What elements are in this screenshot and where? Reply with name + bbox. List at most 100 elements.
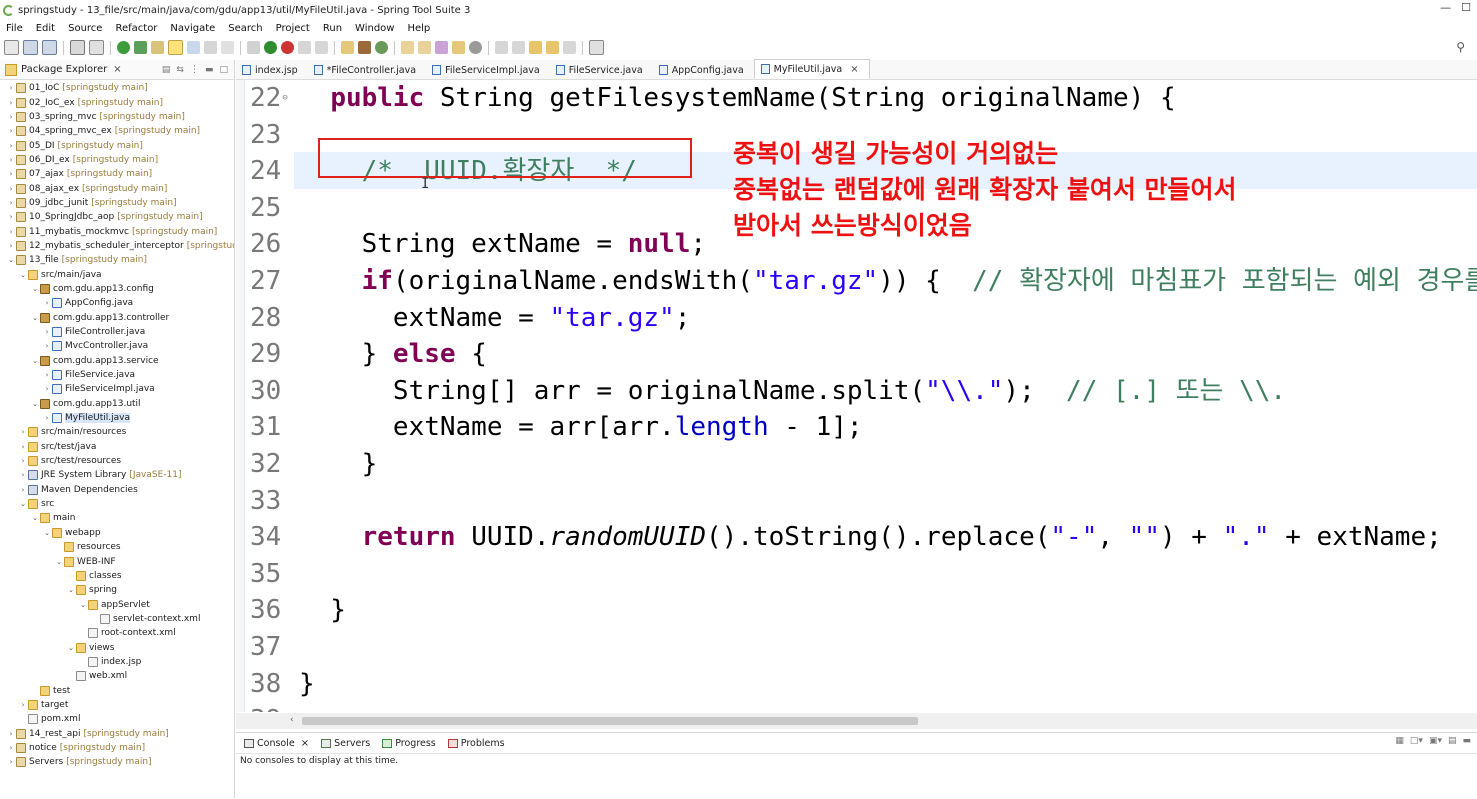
tree-item[interactable]: › 09_jdbc_junit [springstudy main] [0,196,234,210]
coverage-icon[interactable] [298,41,311,54]
link-editor-icon[interactable]: ⇆ [176,65,184,75]
scrollbar-thumb[interactable] [302,717,918,725]
chevron-right-icon[interactable]: › [18,486,28,494]
tree-item[interactable]: classes [0,569,234,583]
chevron-down-icon[interactable]: ⌄ [30,285,40,293]
tree-item[interactable]: › MyFileUtil.java [0,411,234,425]
start-server-icon[interactable] [117,41,130,54]
pin-editor-icon[interactable] [589,40,604,55]
package-explorer-title[interactable]: Package Explorer [21,64,107,75]
chevron-down-icon[interactable]: ⌄ [30,357,40,365]
menu-edit[interactable]: Edit [30,23,62,34]
spring-icon[interactable] [134,41,147,54]
chevron-right-icon[interactable]: › [6,199,16,207]
tree-item[interactable]: pom.xml [0,712,234,726]
editor-tab[interactable]: *FileController.java [308,61,426,79]
minimize-view-icon[interactable]: ▬ [1462,736,1471,746]
tree-item[interactable]: ⌄ 13_file [springstudy main] [0,253,234,267]
open-task-icon[interactable] [418,41,431,54]
chevron-right-icon[interactable]: › [6,84,16,92]
tree-item[interactable]: › src/test/resources [0,454,234,468]
tree-item[interactable]: › FileController.java [0,325,234,339]
tree-item[interactable]: root-context.xml [0,626,234,640]
close-icon[interactable]: × [850,64,858,75]
tree-item[interactable]: › 07_ajax [springstudy main] [0,167,234,181]
editor-tab[interactable]: index.jsp [236,61,308,79]
pilcrow-icon[interactable] [221,41,234,54]
tree-item[interactable]: › src/main/resources [0,425,234,439]
tree-item[interactable]: ⌄ com.gdu.app13.controller [0,311,234,325]
run-icon[interactable] [264,41,277,54]
tree-item[interactable]: ⌄ views [0,640,234,654]
profile-icon[interactable] [315,41,328,54]
chevron-right-icon[interactable]: › [6,730,16,738]
chevron-right-icon[interactable]: › [42,342,52,350]
maximize-button[interactable]: ☐ [1461,1,1471,14]
tree-item[interactable]: › 10_SpringJdbc_aop [springstudy main] [0,210,234,224]
tree-item[interactable]: › MvcController.java [0,339,234,353]
editor-tab[interactable]: FileServiceImpl.java [426,61,550,79]
tree-item[interactable]: index.jsp [0,655,234,669]
tree-item[interactable]: › Servers [springstudy main] [0,755,234,769]
chevron-down-icon[interactable]: ⌄ [66,644,76,652]
tree-item[interactable]: ⌄ com.gdu.app13.service [0,354,234,368]
console-icon[interactable] [89,40,104,55]
menu-window[interactable]: Window [349,23,401,34]
search-tool-icon[interactable] [435,41,448,54]
chevron-right-icon[interactable]: › [6,758,16,766]
scroll-left-icon[interactable]: ‹ [290,715,294,725]
tree-item[interactable]: web.xml [0,669,234,683]
chevron-right-icon[interactable]: › [6,744,16,752]
debug-icon[interactable] [247,41,260,54]
tree-item[interactable]: › Maven Dependencies [0,483,234,497]
tree-item[interactable]: › 02_IoC_ex [springstudy main] [0,95,234,109]
menu-source[interactable]: Source [62,23,109,34]
chevron-right-icon[interactable]: › [18,457,28,465]
chevron-down-icon[interactable]: ⌄ [18,500,28,508]
tree-item[interactable]: ⌄ com.gdu.app13.config [0,282,234,296]
open-console-icon[interactable]: ▣▾ [1429,736,1442,746]
chevron-right-icon[interactable]: › [6,170,16,178]
tree-item[interactable]: › 08_ajax_ex [springstudy main] [0,181,234,195]
tree-item[interactable]: › AppConfig.java [0,296,234,310]
tree-item[interactable]: › JRE System Library [JavaSE-11] [0,468,234,482]
chevron-right-icon[interactable]: › [6,113,16,121]
tree-item[interactable]: ⌄ spring [0,583,234,597]
tree-item[interactable]: resources [0,540,234,554]
chevron-down-icon[interactable]: ⌄ [30,314,40,322]
chevron-right-icon[interactable]: › [18,471,28,479]
back-icon[interactable] [546,41,559,54]
close-icon[interactable]: × [301,738,309,749]
minimize-button[interactable]: — [1440,1,1451,14]
save-all-icon[interactable] [42,40,57,55]
chevron-right-icon[interactable]: › [6,242,16,250]
chevron-down-icon[interactable]: ⌄ [6,256,16,264]
highlight-icon[interactable] [168,40,183,55]
tree-item[interactable]: ⌄ main [0,511,234,525]
tree-item[interactable]: › 12_mybatis_scheduler_interceptor [spring… [0,239,234,253]
terminal-icon[interactable] [70,40,85,55]
tree-item[interactable]: › 14_rest_api [springstudy main] [0,726,234,740]
chevron-right-icon[interactable]: › [6,156,16,164]
tree-item[interactable]: ⌄ src [0,497,234,511]
chevron-down-icon[interactable]: ⌄ [30,514,40,522]
tree-item[interactable]: › notice [springstudy main] [0,741,234,755]
new-icon[interactable] [4,40,19,55]
chevron-right-icon[interactable]: › [42,328,52,336]
menu-run[interactable]: Run [317,23,349,34]
tree-item[interactable]: › 11_mybatis_mockmvc [springstudy main] [0,224,234,238]
chevron-down-icon[interactable]: ⌄ [18,271,28,279]
next-annotation-icon[interactable] [495,41,508,54]
open-type-icon[interactable] [401,41,414,54]
chevron-right-icon[interactable]: › [42,414,52,422]
chevron-right-icon[interactable]: › [6,99,16,107]
tab-progress[interactable]: Progress [382,738,436,749]
chevron-right-icon[interactable]: › [6,127,16,135]
tree-item[interactable]: ⌄ com.gdu.app13.util [0,397,234,411]
chevron-down-icon[interactable]: ⌄ [30,400,40,408]
view-menu-icon[interactable]: ⋮ [190,65,199,75]
search-icon[interactable]: ⚲ [1456,40,1465,54]
chevron-down-icon[interactable]: ⌄ [78,601,88,609]
tree-item[interactable]: test [0,683,234,697]
chevron-down-icon[interactable]: ⌄ [54,558,64,566]
